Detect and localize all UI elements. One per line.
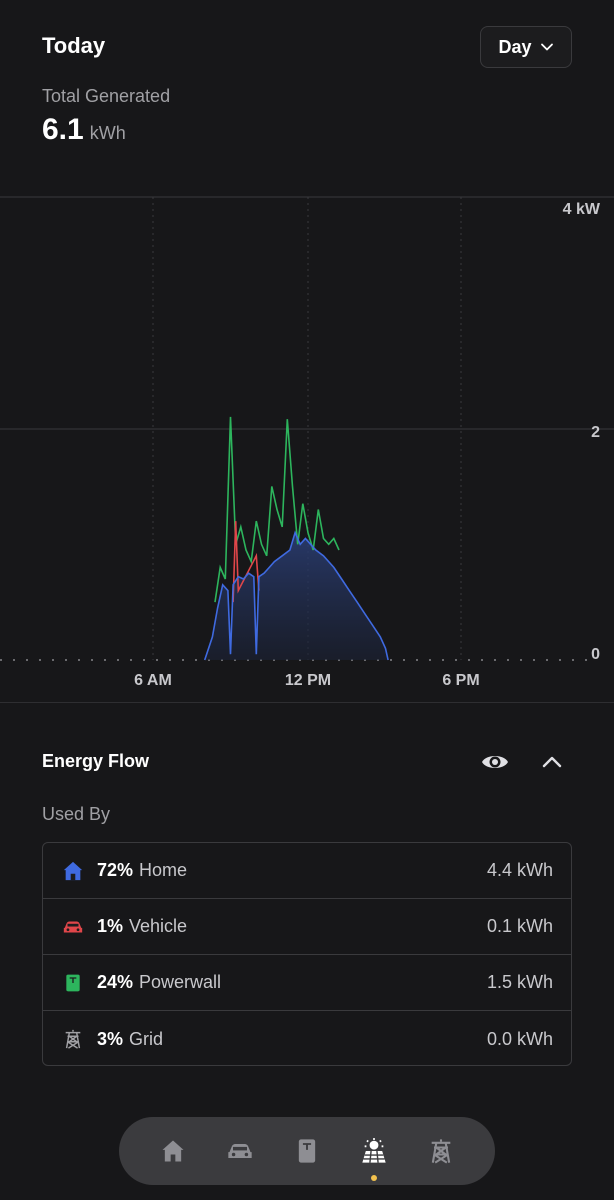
grid-tower-icon xyxy=(61,1027,85,1051)
home-percent: 72% xyxy=(97,860,134,880)
home-value: 4.4 kWh xyxy=(486,860,553,880)
car-icon xyxy=(228,1144,252,1158)
chevron-down-icon xyxy=(540,43,553,51)
powerwall-value: 1.5 kWh xyxy=(486,972,553,992)
nav-solar[interactable] xyxy=(354,1131,394,1181)
vehicle-percent: 1% xyxy=(97,916,124,936)
nav-powerwall[interactable] xyxy=(287,1131,327,1171)
list-item-powerwall[interactable]: 24% Powerwall 1.5 kWh xyxy=(43,955,571,1011)
x-tick-6am: 6 AM xyxy=(134,672,172,689)
total-generated-label: Total Generated xyxy=(42,86,171,106)
page-title: Today xyxy=(42,33,106,58)
active-indicator-dot xyxy=(371,1175,378,1181)
x-tick-6pm: 6 PM xyxy=(442,672,479,689)
home-icon xyxy=(61,859,85,883)
bottom-nav xyxy=(119,1117,495,1185)
grid-label: Grid xyxy=(129,1028,164,1049)
eye-icon[interactable] xyxy=(480,750,510,774)
list-item-home[interactable]: 72% Home 4.4 kWh xyxy=(43,843,571,899)
nav-grid[interactable] xyxy=(421,1131,461,1171)
y-tick-mid: 2 xyxy=(591,424,600,441)
nav-vehicle[interactable] xyxy=(220,1131,260,1171)
grid-value: 0.0 kWh xyxy=(486,1028,553,1049)
solar-icon xyxy=(362,1138,386,1163)
home-icon xyxy=(162,1140,184,1162)
powerwall-icon xyxy=(61,971,85,995)
powerwall-icon xyxy=(298,1139,316,1163)
grid-percent: 3% xyxy=(97,1028,124,1049)
chart-divider xyxy=(0,702,614,703)
total-generated-number: 6.1 xyxy=(42,113,84,146)
y-tick-top: 4 kW xyxy=(563,201,601,218)
chevron-up-icon[interactable] xyxy=(540,751,564,773)
list-item-grid[interactable]: 3% Grid 0.0 kWh xyxy=(43,1011,571,1065)
period-label: Day xyxy=(498,36,532,57)
nav-home[interactable] xyxy=(153,1131,193,1171)
used-by-label: Used By xyxy=(42,804,111,824)
vehicle-value: 0.1 kWh xyxy=(486,916,553,936)
total-generated-unit: kWh xyxy=(89,123,126,143)
x-tick-12pm: 12 PM xyxy=(285,672,331,689)
total-generated-value: 6.1 kWh xyxy=(42,113,126,147)
powerwall-percent: 24% xyxy=(97,972,134,992)
grid-tower-icon xyxy=(432,1139,451,1164)
y-tick-zero: 0 xyxy=(591,646,600,663)
vehicle-label: Vehicle xyxy=(129,916,188,936)
energy-flow-list: 72% Home 4.4 kWh 1% Vehicle 0.1 kWh 24% … xyxy=(42,842,572,1066)
home-label: Home xyxy=(139,860,188,880)
powerwall-label: Powerwall xyxy=(139,972,222,992)
list-item-vehicle[interactable]: 1% Vehicle 0.1 kWh xyxy=(43,899,571,955)
vehicle-icon xyxy=(61,915,85,939)
generation-chart[interactable]: 4 kW 2 0 6 AM 12 PM 6 PM xyxy=(0,196,614,702)
energy-flow-title: Energy Flow xyxy=(42,751,150,771)
period-selector-button[interactable]: Day xyxy=(480,26,572,68)
